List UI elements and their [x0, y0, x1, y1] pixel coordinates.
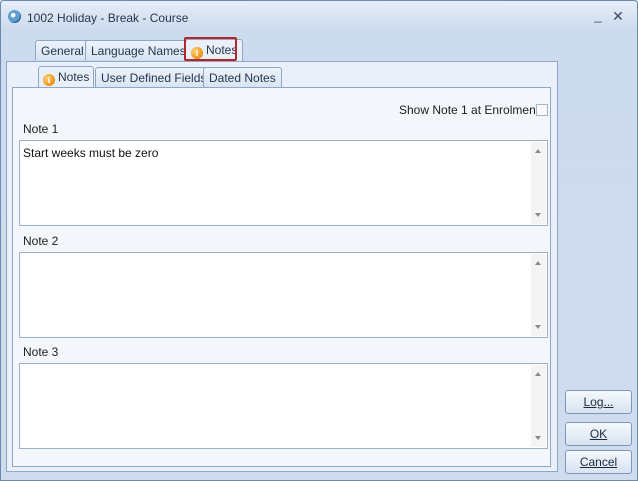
note-1-label: Note 1 [23, 122, 59, 136]
note-3-label: Note 3 [23, 345, 59, 359]
note-2-label: Note 2 [23, 234, 59, 248]
note-1-field[interactable]: Start weeks must be zero [19, 140, 548, 226]
close-button[interactable]: ✕ [610, 9, 626, 23]
app-icon [8, 10, 21, 23]
tab-label: User Defined Fields [101, 71, 207, 85]
tab-dated-notes[interactable]: Dated Notes [203, 67, 282, 87]
cancel-button[interactable]: Cancel [565, 450, 632, 474]
log-button[interactable]: Log... [565, 390, 632, 414]
note-3-field[interactable] [19, 363, 548, 449]
tab-label: Language Names [91, 44, 186, 58]
tab-inner-notes[interactable]: i Notes [38, 66, 95, 88]
tab-label: Notes [58, 70, 90, 84]
minimize-button[interactable]: _ [590, 9, 606, 23]
tab-label: Dated Notes [209, 71, 276, 85]
tab-language-names[interactable]: Language Names [85, 40, 192, 60]
scroll-up-icon[interactable] [535, 372, 541, 376]
show-note-checkbox[interactable] [536, 104, 548, 116]
tab-label: General [41, 44, 84, 58]
info-icon: i [43, 74, 55, 86]
scroll-down-icon[interactable] [535, 213, 541, 217]
notes-tab-highlight [184, 37, 237, 61]
window-title: 1002 Holiday - Break - Course [27, 11, 189, 25]
note-2-scrollbar[interactable] [531, 254, 546, 336]
scroll-down-icon[interactable] [535, 325, 541, 329]
tab-user-defined-fields[interactable]: User Defined Fields [95, 67, 213, 87]
dialog-window: 1002 Holiday - Break - Course _ ✕ Genera… [0, 0, 638, 481]
note-1-scrollbar[interactable] [531, 142, 546, 224]
scroll-down-icon[interactable] [535, 436, 541, 440]
ok-button[interactable]: OK [565, 422, 632, 446]
note-3-scrollbar[interactable] [531, 365, 546, 447]
scroll-up-icon[interactable] [535, 149, 541, 153]
note-2-field[interactable] [19, 252, 548, 338]
note-1-value: Start weeks must be zero [23, 146, 159, 160]
show-note-label: Show Note 1 at Enrolment [399, 103, 540, 117]
tab-general[interactable]: General [35, 40, 90, 60]
title-bar[interactable]: 1002 Holiday - Break - Course _ ✕ [1, 1, 637, 32]
scroll-up-icon[interactable] [535, 261, 541, 265]
